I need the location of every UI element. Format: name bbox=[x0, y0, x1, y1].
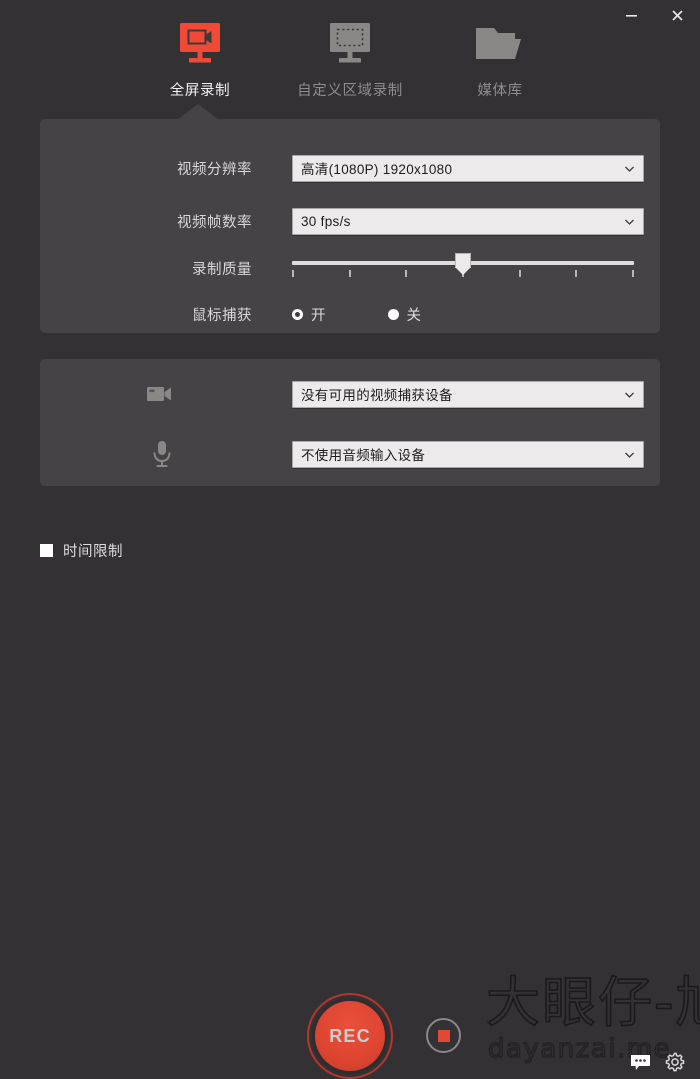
screen-recorder-window: 全屏录制 自定义区域录制 媒体库 视频分辨率 高清(1080P) 1920x10… bbox=[0, 0, 700, 1079]
tab-label: 全屏录制 bbox=[169, 83, 231, 99]
camcorder-icon bbox=[40, 383, 252, 405]
slider-tick bbox=[405, 270, 408, 277]
corner-icon-group bbox=[630, 1052, 685, 1078]
devices-panel: 没有可用的视频捕获设备 不使用音频输入设备 bbox=[40, 359, 660, 486]
chevron-down-icon bbox=[625, 159, 634, 177]
speech-bubble-icon[interactable] bbox=[630, 1054, 651, 1076]
gear-icon[interactable] bbox=[664, 1052, 685, 1078]
audio-device-value: 不使用音频输入设备 bbox=[301, 448, 426, 463]
radio-dot-icon bbox=[387, 308, 399, 320]
radio-mouse-capture-off[interactable]: 关 bbox=[387, 304, 422, 325]
tab-bar: 全屏录制 自定义区域录制 媒体库 bbox=[0, 18, 700, 110]
chevron-down-icon bbox=[625, 385, 634, 403]
folder-icon bbox=[472, 18, 528, 70]
video-device-value: 没有可用的视频捕获设备 bbox=[301, 388, 453, 403]
time-limit-checkbox[interactable]: 时间限制 bbox=[40, 540, 123, 561]
tab-label: 媒体库 bbox=[477, 83, 523, 99]
resolution-label: 视频分辨率 bbox=[177, 161, 252, 178]
resolution-select-wrap: 高清(1080P) 1920x1080 bbox=[292, 154, 644, 182]
resolution-select[interactable]: 高清(1080P) 1920x1080 bbox=[292, 154, 644, 182]
row-audio-device: 不使用音频输入设备 bbox=[40, 437, 660, 471]
time-limit-label: 时间限制 bbox=[63, 544, 123, 560]
slider-tick bbox=[518, 270, 521, 277]
checkbox-icon bbox=[40, 544, 53, 557]
stop-square-icon bbox=[437, 1029, 450, 1042]
audio-device-select-wrap: 不使用音频输入设备 bbox=[292, 440, 644, 468]
monitor-camera-icon bbox=[174, 18, 226, 70]
record-button[interactable]: REC bbox=[307, 993, 393, 1079]
mouse-capture-options: 开 关 bbox=[292, 302, 421, 326]
chevron-down-icon bbox=[625, 212, 634, 230]
active-tab-pointer bbox=[177, 104, 219, 120]
watermark-cn-text: 大眼仔-旭 bbox=[485, 971, 700, 1034]
radio-label: 关 bbox=[406, 307, 422, 324]
slider-tick bbox=[632, 270, 634, 277]
resolution-value: 高清(1080P) 1920x1080 bbox=[301, 162, 453, 177]
record-button-label: REC bbox=[315, 1001, 385, 1071]
quality-label: 录制质量 bbox=[192, 261, 252, 278]
row-framerate: 视频帧数率 30 fps/s bbox=[40, 204, 660, 238]
framerate-label: 视频帧数率 bbox=[177, 214, 252, 231]
settings-panel: 视频分辨率 高清(1080P) 1920x1080 视频帧数率 30 fps/s bbox=[40, 119, 660, 333]
slider-thumb[interactable] bbox=[455, 253, 471, 275]
radio-label: 开 bbox=[311, 307, 326, 324]
video-device-select-wrap: 没有可用的视频捕获设备 bbox=[292, 380, 644, 408]
record-button-ring: REC bbox=[312, 998, 388, 1074]
row-video-device: 没有可用的视频捕获设备 bbox=[40, 377, 660, 411]
mouse-capture-radiogroup: 开 关 bbox=[292, 302, 421, 326]
radio-dot-icon bbox=[292, 308, 303, 320]
quality-slider-wrap bbox=[292, 253, 634, 283]
stop-button[interactable] bbox=[426, 1018, 461, 1053]
bottom-bar: 时间限制 大眼仔-旭 dayanzai.me bbox=[0, 486, 700, 1079]
tab-media-library[interactable]: 媒体库 bbox=[425, 18, 575, 110]
row-quality: 录制质量 bbox=[40, 251, 660, 285]
framerate-value: 30 fps/s bbox=[301, 213, 351, 229]
slider-tick bbox=[348, 270, 351, 277]
chevron-down-icon bbox=[625, 445, 634, 463]
row-resolution: 视频分辨率 高清(1080P) 1920x1080 bbox=[40, 151, 660, 185]
monitor-region-icon bbox=[324, 18, 376, 70]
video-device-select[interactable]: 没有可用的视频捕获设备 bbox=[292, 380, 644, 408]
mouse-capture-label: 鼠标捕获 bbox=[192, 307, 252, 324]
tab-custom-region-record[interactable]: 自定义区域录制 bbox=[275, 18, 425, 110]
audio-device-select[interactable]: 不使用音频输入设备 bbox=[292, 440, 644, 468]
slider-tick bbox=[292, 270, 294, 277]
slider-tick bbox=[575, 270, 578, 277]
framerate-select-wrap: 30 fps/s bbox=[292, 207, 644, 235]
framerate-select[interactable]: 30 fps/s bbox=[292, 207, 644, 235]
microphone-icon bbox=[40, 439, 252, 469]
quality-slider[interactable] bbox=[292, 253, 634, 283]
tab-fullscreen-record[interactable]: 全屏录制 bbox=[125, 18, 275, 110]
radio-mouse-capture-on[interactable]: 开 bbox=[292, 304, 326, 325]
tab-label: 自定义区域录制 bbox=[297, 83, 403, 99]
row-mouse-capture: 鼠标捕获 开 关 bbox=[40, 297, 660, 331]
